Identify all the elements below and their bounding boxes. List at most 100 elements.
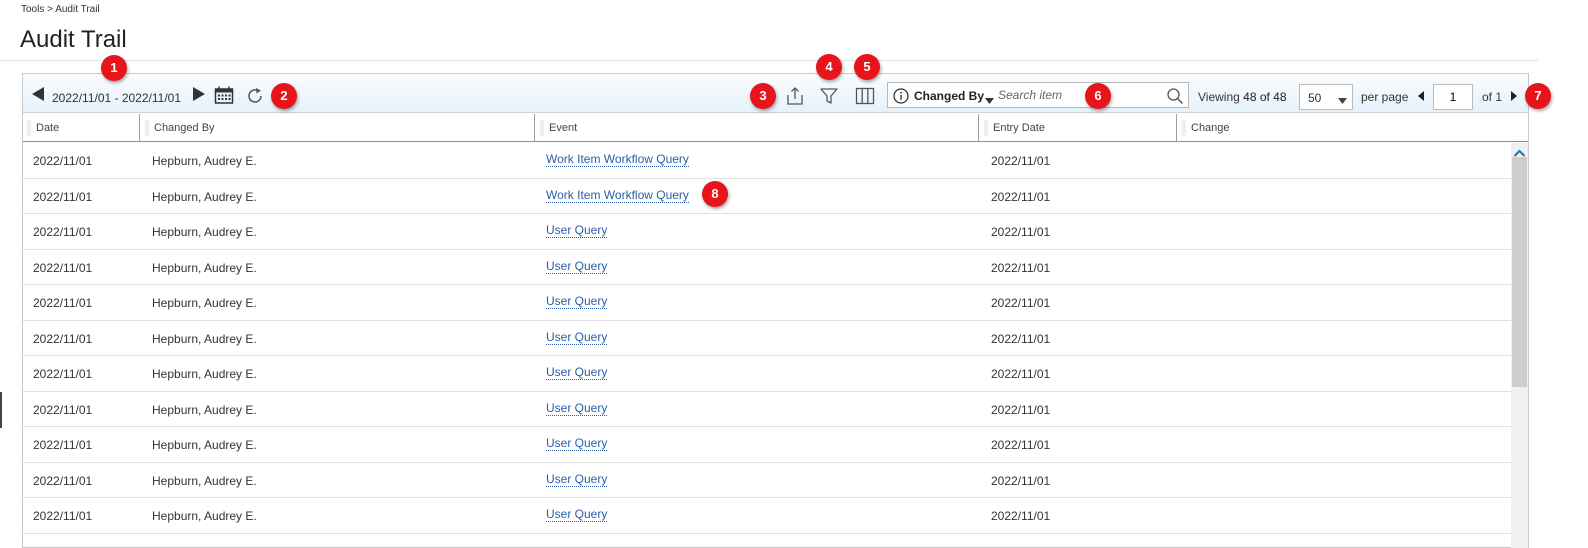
page-total: of 1 [1482,90,1503,104]
viewing-count: 48 of 48 [1243,90,1287,104]
changed-by-cell: Hepburn, Audrey E. [152,296,257,310]
changed-by-cell: Hepburn, Audrey E. [152,402,257,417]
viewing-summary: Viewing 48 of 48 [1198,90,1287,104]
next-page-icon[interactable] [1510,91,1518,101]
changed-by-cell: Hepburn, Audrey E. [152,367,257,381]
column-grip[interactable] [27,120,31,136]
columns-icon[interactable] [854,86,876,106]
per-page-label: per page [1361,90,1409,104]
table-row[interactable]: 2022/11/01 Hepburn, Audrey E. User Query… [23,285,1511,321]
column-grip[interactable] [540,120,544,136]
entry-date-cell: 2022/11/01 [991,189,1051,204]
entry-date-cell: 2022/11/01 [991,473,1051,488]
changed-by-cell: Hepburn, Audrey E. [152,154,257,168]
table-row[interactable]: 2022/11/01 Hepburn, Audrey E. User Query… [23,463,1511,498]
callout-marker: 7 [1525,83,1551,109]
scrollbar-thumb[interactable] [1512,157,1527,387]
date-cell: 2022/11/01 [33,225,93,239]
entry-date-cell: 2022/11/01 [991,331,1051,346]
changed-by-cell: Hepburn, Audrey E. [152,225,257,239]
changed-by-cell: Hepburn, Audrey E. [152,189,257,204]
table-row[interactable]: 2022/11/01 Hepburn, Audrey E. User Query… [23,214,1511,250]
event-link[interactable]: User Query [546,472,608,487]
search-box: Changed By [887,82,1189,108]
column-header-event[interactable]: Event [536,114,979,142]
scroll-up-icon[interactable] [1513,145,1526,157]
entry-date-cell: 2022/11/01 [991,154,1051,168]
date-cell: 2022/11/01 [33,367,93,381]
column-grip[interactable] [145,120,149,136]
left-edge-marker [0,392,2,428]
filter-icon[interactable] [819,86,839,106]
viewing-label: Viewing [1198,90,1240,104]
event-link[interactable]: User Query [546,330,608,345]
search-input[interactable] [998,86,1158,104]
entry-date-cell: 2022/11/01 [991,225,1051,239]
chevron-down-icon[interactable] [985,92,994,104]
callout-marker: 1 [101,55,127,81]
event-link[interactable]: User Query [546,365,608,380]
prev-page-icon[interactable] [1417,91,1425,101]
column-grip[interactable] [984,120,988,136]
event-link[interactable]: Work Item Workflow Query [546,188,689,203]
event-link[interactable]: User Query [546,507,608,522]
event-link[interactable]: User Query [546,223,608,238]
chevron-down-icon [1338,94,1347,104]
page-number-input[interactable] [1433,84,1473,110]
event-link[interactable]: User Query [546,294,608,309]
vertical-scrollbar[interactable] [1511,143,1528,548]
search-field-selector[interactable]: Changed By [914,89,984,103]
changed-by-cell: Hepburn, Audrey E. [152,509,257,523]
entry-date-cell: 2022/11/01 [991,367,1051,381]
breadcrumb: Tools > Audit Trail [21,4,100,15]
changed-by-cell: Hepburn, Audrey E. [152,331,257,346]
table-row[interactable]: 2022/11/01 Hepburn, Audrey E. User Query… [23,498,1511,534]
event-link[interactable]: User Query [546,259,608,274]
callout-marker: 4 [816,54,842,80]
refresh-icon[interactable] [245,86,265,106]
column-grip[interactable] [1182,120,1186,136]
export-icon[interactable] [784,86,806,106]
date-cell: 2022/11/01 [33,331,93,346]
entry-date-cell: 2022/11/01 [991,296,1051,310]
entry-date-cell: 2022/11/01 [991,509,1051,523]
callout-marker: 8 [702,181,728,207]
table-row[interactable]: 2022/11/01 Hepburn, Audrey E. User Query… [23,321,1511,356]
entry-date-cell: 2022/11/01 [991,438,1051,452]
next-date-icon[interactable] [192,86,206,102]
column-header-change[interactable]: Change [1178,114,1528,142]
column-header-changed-by[interactable]: Changed By [141,114,535,142]
changed-by-cell: Hepburn, Audrey E. [152,473,257,488]
event-link[interactable]: User Query [546,436,608,451]
entry-date-cell: 2022/11/01 [991,260,1051,275]
callout-marker: 3 [750,83,776,109]
table-row[interactable]: 2022/11/01 Hepburn, Audrey E. Work Item … [23,143,1511,179]
page-title: Audit Trail [20,26,127,53]
table-row[interactable]: 2022/11/01 Hepburn, Audrey E. User Query… [23,356,1511,392]
callout-marker: 6 [1085,83,1111,109]
event-link[interactable]: User Query [546,401,608,416]
per-page-value: 50 [1308,91,1322,105]
title-divider [0,60,1538,61]
changed-by-cell: Hepburn, Audrey E. [152,260,257,275]
calendar-icon[interactable] [214,86,234,104]
table-row[interactable]: 2022/11/01 Hepburn, Audrey E. User Query… [23,250,1511,285]
callout-marker: 2 [271,83,297,109]
column-header-entry-date[interactable]: Entry Date [980,114,1177,142]
date-cell: 2022/11/01 [33,473,93,488]
column-header-date[interactable]: Date [23,114,140,142]
table-row[interactable]: 2022/11/01 Hepburn, Audrey E. Work Item … [23,179,1511,214]
date-cell: 2022/11/01 [33,438,93,452]
table-row[interactable]: 2022/11/01 Hepburn, Audrey E. User Query… [23,427,1511,463]
table-header: Date Changed By Event Entry Date Change [23,114,1528,142]
date-range[interactable]: 2022/11/01 - 2022/11/01 [52,91,181,105]
per-page-select[interactable]: 50 [1299,84,1353,110]
search-icon[interactable] [1166,87,1184,105]
info-icon[interactable] [893,88,909,104]
date-cell: 2022/11/01 [33,509,93,523]
date-cell: 2022/11/01 [33,260,93,275]
prev-date-icon[interactable] [31,86,45,102]
audit-trail-panel: 2022/11/01 - 2022/11/01 Changed By Searc… [22,73,1529,548]
event-link[interactable]: Work Item Workflow Query [546,152,689,167]
table-row[interactable]: 2022/11/01 Hepburn, Audrey E. User Query… [23,392,1511,427]
